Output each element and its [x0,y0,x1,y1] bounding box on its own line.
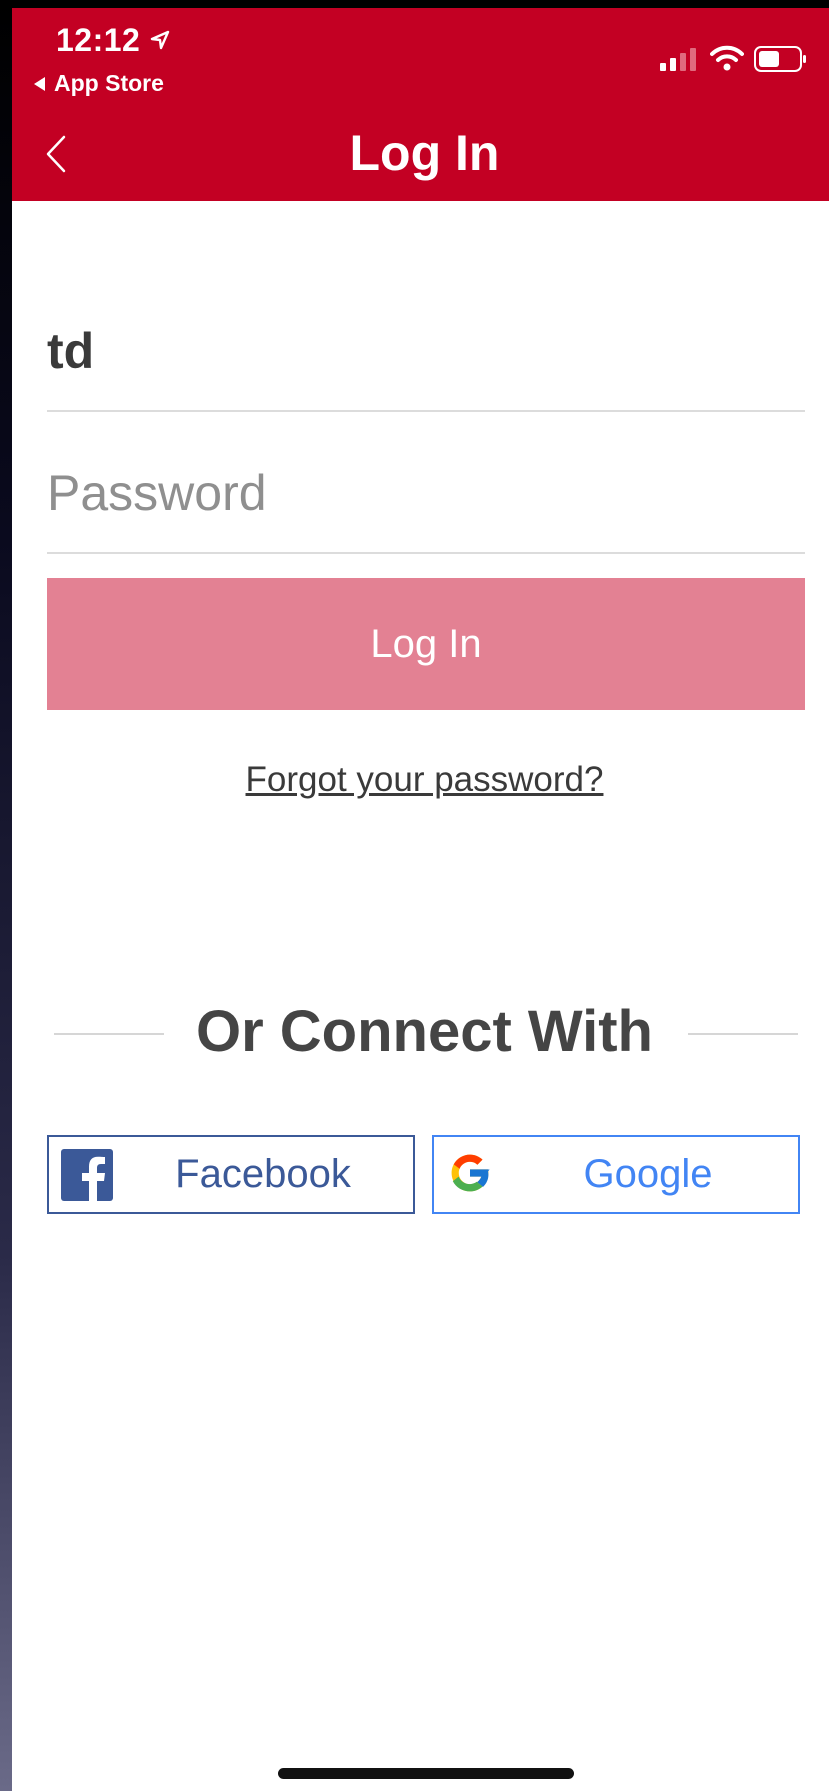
divider-text: Or Connect With [195,999,653,1064]
back-triangle-icon [34,76,45,91]
wifi-icon [710,44,744,77]
home-indicator[interactable] [278,1768,574,1779]
facebook-logo-icon [61,1149,113,1201]
google-label: Google [583,1152,713,1196]
facebook-button[interactable]: Facebook [47,1135,415,1214]
back-to-app-store[interactable]: App Store [34,70,164,97]
google-button[interactable]: Google [432,1135,800,1214]
login-button[interactable]: Log In [47,578,805,710]
password-input[interactable] [47,464,805,522]
social-divider: Or Connect With [12,998,829,1068]
status-time: 12:12 [56,22,141,58]
facebook-label: Facebook [175,1152,351,1196]
divider-line-right [688,1033,798,1035]
phone-screen: 12:12 App Store Log In td Log In Forgot … [12,8,829,1791]
signal-icon [660,48,698,77]
location-arrow-icon [150,30,170,55]
back-to-app-label: App Store [54,70,164,96]
page-title: Log In [349,125,500,181]
username-input[interactable] [47,322,805,380]
username-field-container [47,290,805,412]
header-bar: 12:12 App Store Log In [12,8,829,201]
password-field-container [47,432,805,554]
forgot-password-link[interactable]: Forgot your password? [12,760,829,800]
google-logo-icon [446,1149,498,1201]
battery-icon [754,46,808,77]
